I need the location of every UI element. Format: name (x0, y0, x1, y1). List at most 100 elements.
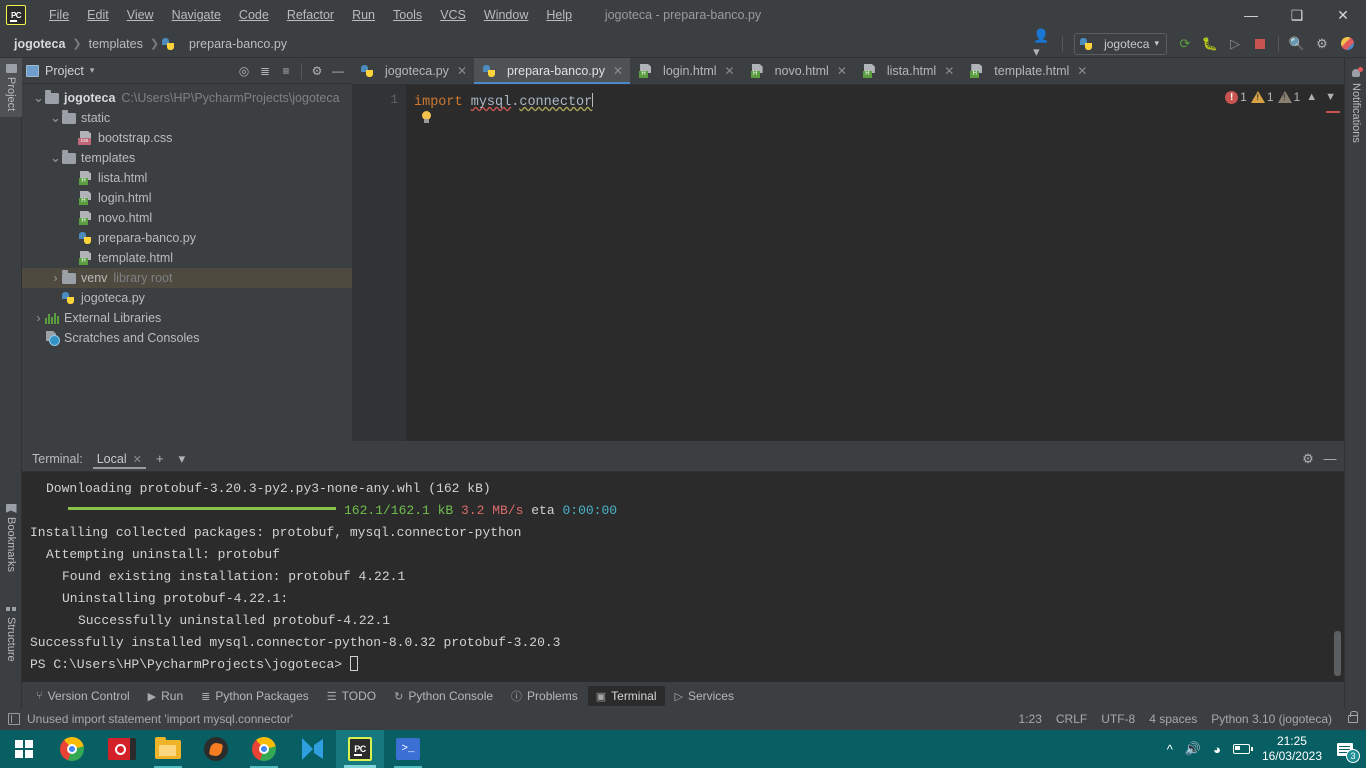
menu-run[interactable]: Run (343, 4, 384, 26)
intention-bulb-icon[interactable] (420, 111, 433, 126)
close-button[interactable]: ✕ (1320, 0, 1366, 30)
minimize-button[interactable]: — (1228, 0, 1274, 30)
taskbar-vscode[interactable] (288, 730, 336, 768)
gear-icon[interactable]: ⚙ (1298, 449, 1318, 469)
chevron-down-icon[interactable]: ▾ (90, 65, 95, 76)
notifications-button[interactable]: 3 (1334, 738, 1360, 763)
maximize-button[interactable]: ❑ (1274, 0, 1320, 30)
volume-icon[interactable]: 🔊 (1185, 741, 1201, 757)
tree-node-scratches-and-consoles[interactable]: Scratches and Consoles (22, 328, 352, 348)
tree-node-bootstrap-css[interactable]: bootstrap.css (22, 128, 352, 148)
collapse-all-icon[interactable]: ≡ (276, 61, 296, 81)
close-icon[interactable]: ✕ (944, 64, 954, 78)
search-icon[interactable]: 🔍 (1286, 33, 1308, 55)
tool-window-run[interactable]: ▶ Run (140, 686, 191, 706)
breadcrumb-project[interactable]: jogoteca (10, 35, 69, 53)
editor-tab-prepara-banco-py[interactable]: prepara-banco.py ✕ (474, 58, 631, 84)
line-separator[interactable]: CRLF (1056, 712, 1087, 726)
chevron-down-icon[interactable]: ⌄ (49, 151, 62, 164)
breadcrumb-templates[interactable]: templates (85, 35, 147, 53)
menu-view[interactable]: View (118, 4, 163, 26)
close-icon[interactable]: ✕ (457, 64, 467, 78)
tree-node-external-libraries[interactable]: › External Libraries (22, 308, 352, 328)
taskbar-pycharm[interactable]: PC (336, 730, 384, 768)
menu-refactor[interactable]: Refactor (278, 4, 343, 26)
minimize-icon[interactable]: — (328, 61, 348, 81)
minimize-icon[interactable]: — (1320, 449, 1340, 469)
run-icon[interactable]: ⟳ (1174, 33, 1196, 55)
terminal-tab-local[interactable]: Local ✕ (91, 448, 148, 469)
menu-code[interactable]: Code (230, 4, 278, 26)
breadcrumb-file[interactable]: prepara-banco.py (185, 35, 291, 53)
taskbar-chrome-2[interactable] (240, 730, 288, 768)
tool-window-python-console[interactable]: ↻ Python Console (386, 686, 501, 706)
chevron-down-icon[interactable]: ▾ (172, 449, 192, 469)
error-stripe-marker[interactable] (1326, 111, 1340, 113)
expand-all-icon[interactable]: ≣ (255, 61, 275, 81)
code-editor[interactable]: 1 import mysql.connector ! 1 1 (352, 85, 1344, 441)
close-icon[interactable]: ✕ (1077, 64, 1087, 78)
close-icon[interactable]: ✕ (837, 64, 847, 78)
chevron-down-icon[interactable]: ⌄ (49, 111, 62, 124)
menu-edit[interactable]: Edit (78, 4, 118, 26)
menu-navigate[interactable]: Navigate (163, 4, 230, 26)
user-account-icon[interactable]: 👤▾ (1033, 28, 1055, 59)
close-icon[interactable]: ✕ (725, 64, 735, 78)
stop-icon[interactable] (1249, 33, 1271, 55)
event-log-icon[interactable] (8, 713, 20, 725)
run-configuration-selector[interactable]: jogoteca ▾ (1074, 32, 1167, 55)
gear-icon[interactable]: ⚙ (1311, 33, 1333, 55)
menu-tools[interactable]: Tools (384, 4, 431, 26)
editor-tab-bar[interactable]: jogoteca.py ✕ prepara-banco.py ✕ login.html ✕… (352, 58, 1344, 85)
tool-window-terminal[interactable]: ▣ Terminal (587, 686, 665, 706)
battery-icon[interactable] (1232, 744, 1253, 754)
project-panel-title[interactable]: Project ▾ (26, 64, 94, 78)
chevron-down-icon[interactable]: ▼ (1323, 91, 1338, 103)
tool-window-version-control[interactable]: ⑂ Version Control (28, 686, 138, 706)
chevron-down-icon[interactable]: ⌄ (32, 91, 45, 104)
menu-file[interactable]: File (40, 4, 78, 26)
tree-node-jogoteca-py[interactable]: jogoteca.py (22, 288, 352, 308)
rail-tab-notifications[interactable]: Notifications (1345, 62, 1366, 149)
weak-warning-count[interactable]: 1 (1277, 90, 1300, 104)
tree-node-static[interactable]: ⌄ static (22, 108, 352, 128)
taskbar-powershell[interactable]: >_ (384, 730, 432, 768)
tree-node-template-html[interactable]: template.html (22, 248, 352, 268)
taskbar-media-app[interactable] (96, 730, 144, 768)
status-message-area[interactable]: Unused import statement 'import mysql.co… (8, 712, 293, 726)
terminal-scrollbar[interactable] (1334, 631, 1341, 676)
indent-setting[interactable]: 4 spaces (1149, 712, 1197, 726)
windows-start-button[interactable] (0, 730, 48, 768)
plus-icon[interactable]: + (150, 449, 170, 469)
menu-vcs[interactable]: VCS (431, 4, 475, 26)
warning-count[interactable]: 1 (1250, 90, 1274, 104)
close-icon[interactable]: ✕ (133, 453, 142, 466)
unlocked-icon[interactable] (1348, 711, 1358, 723)
error-count[interactable]: ! 1 (1225, 90, 1247, 104)
taskbar-clock[interactable]: 21:25 16/03/2023 (1262, 734, 1322, 764)
project-tree[interactable]: ⌄ jogoteca C:\Users\HP\PycharmProjects\jog… (22, 84, 352, 441)
chevron-up-icon[interactable]: ▲ (1304, 91, 1319, 103)
tree-node-venv[interactable]: › venv library root (22, 268, 352, 288)
wifi-icon[interactable]: ◕ (1213, 742, 1221, 757)
tool-window-todo[interactable]: ☰ TODO (319, 686, 384, 706)
tool-window-services[interactable]: ▷ Services (667, 686, 742, 706)
tree-node-templates[interactable]: ⌄ templates (22, 148, 352, 168)
tree-node-jogoteca[interactable]: ⌄ jogoteca C:\Users\HP\PycharmProjects\jog… (22, 88, 352, 108)
terminal-output[interactable]: Downloading protobuf-3.20.3-py2.py3-none… (22, 472, 1344, 682)
rail-tab-project[interactable]: Project (0, 58, 22, 118)
tool-window-problems[interactable]: ⓘ Problems (503, 685, 586, 707)
tree-node-login-html[interactable]: login.html (22, 188, 352, 208)
debug-icon[interactable]: 🐛 (1199, 33, 1221, 55)
run-with-coverage-icon[interactable]: ▷ (1224, 33, 1246, 55)
locate-icon[interactable]: ◎ (234, 61, 254, 81)
editor-tab-lista-html[interactable]: lista.html ✕ (854, 58, 961, 84)
taskbar-chrome[interactable] (48, 730, 96, 768)
caret-position[interactable]: 1:23 (1019, 712, 1042, 726)
editor-tab-novo-html[interactable]: novo.html ✕ (742, 58, 854, 84)
file-encoding[interactable]: UTF-8 (1101, 712, 1135, 726)
tree-node-lista-html[interactable]: lista.html (22, 168, 352, 188)
taskbar-file-explorer[interactable] (144, 730, 192, 768)
taskbar-fl-studio[interactable] (192, 730, 240, 768)
editor-tab-login-html[interactable]: login.html ✕ (630, 58, 742, 84)
